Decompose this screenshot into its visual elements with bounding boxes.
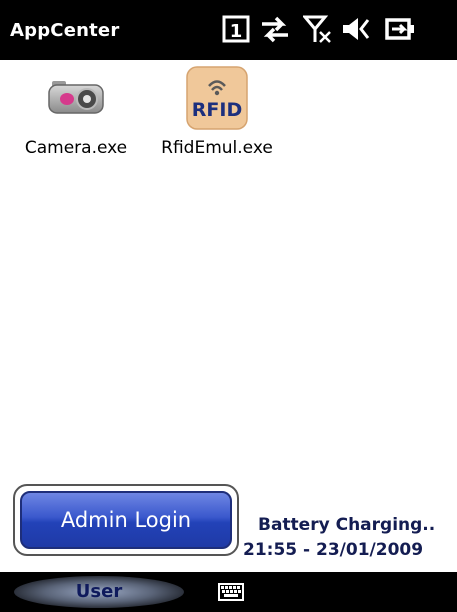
datetime-status: 21:55 - 23/01/2009 xyxy=(243,540,424,560)
admin-login-button[interactable]: Admin Login xyxy=(20,491,232,549)
keyboard-icon[interactable] xyxy=(217,582,245,606)
admin-login-frame: Admin Login xyxy=(13,484,239,556)
desktop-item-rfidemul[interactable]: RFID RfidEmul.exe xyxy=(152,66,282,158)
desktop-item-label: RfidEmul.exe xyxy=(161,138,273,158)
battery-charging-icon[interactable] xyxy=(384,14,418,44)
rfid-icon-text: RFID xyxy=(192,99,242,121)
title-bar: AppCenter 1 xyxy=(0,0,457,60)
notification-1-icon[interactable]: 1 xyxy=(222,14,250,44)
camera-icon xyxy=(43,66,109,132)
desktop-item-label: Camera.exe xyxy=(24,138,128,158)
data-connection-icon[interactable] xyxy=(258,14,292,44)
volume-muted-icon[interactable] xyxy=(340,14,370,44)
battery-status: Battery Charging.. xyxy=(258,515,436,535)
svg-text:1: 1 xyxy=(230,21,243,42)
app-title: AppCenter xyxy=(10,20,120,41)
no-signal-icon[interactable] xyxy=(303,14,333,44)
softkey-bar: User xyxy=(0,572,457,612)
screen: AppCenter 1 Camera.exe RFID RfidEmul.exe… xyxy=(0,0,457,612)
rfid-icon: RFID xyxy=(184,66,250,132)
user-softkey[interactable]: User xyxy=(14,576,184,608)
desktop-item-camera[interactable]: Camera.exe xyxy=(16,66,136,158)
